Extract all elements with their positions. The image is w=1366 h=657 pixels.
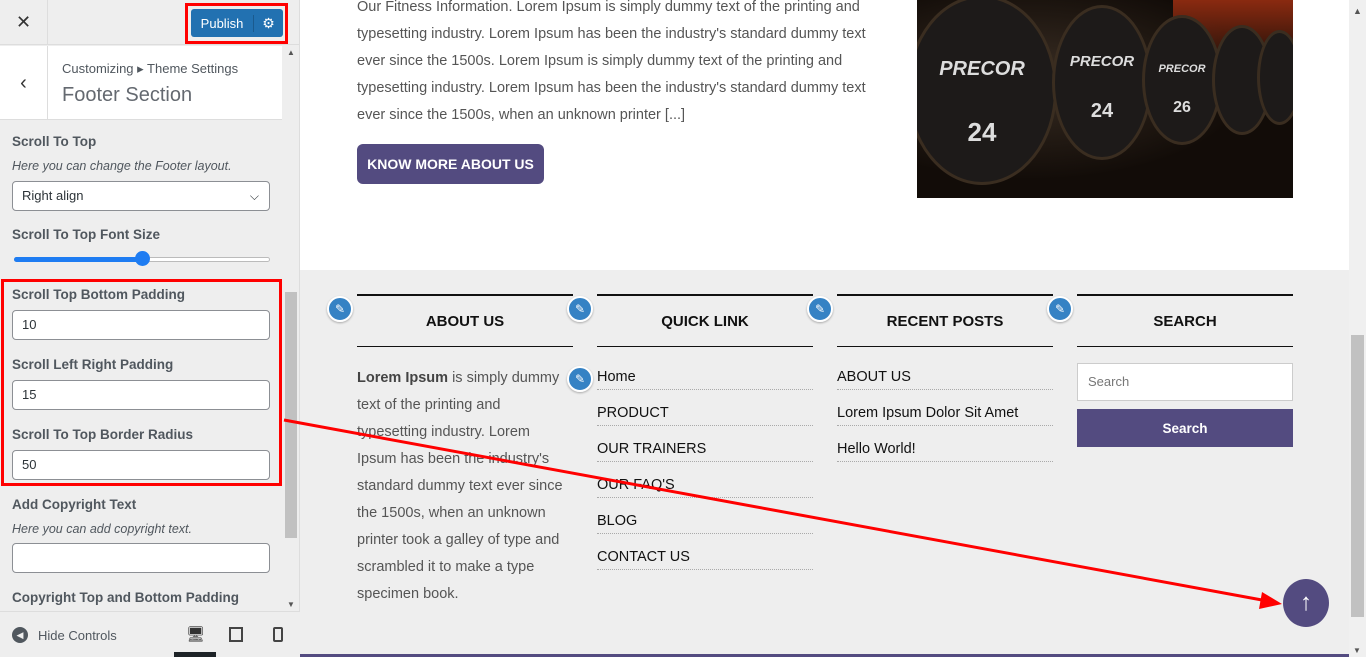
annotation-arrow — [283, 418, 1282, 609]
